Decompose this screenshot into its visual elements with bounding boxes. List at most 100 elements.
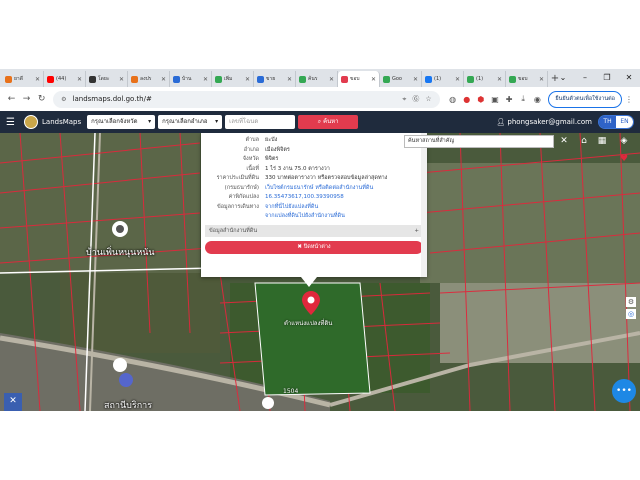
browser-tab[interactable]: Goo ✕	[380, 71, 422, 87]
more-icon: •••	[616, 386, 632, 396]
browser-tab[interactable]: ลงปร ✕	[128, 71, 170, 87]
close-tab-icon[interactable]: ✕	[497, 76, 502, 83]
home-icon[interactable]: ⌂	[576, 133, 592, 149]
close-icon[interactable]: ✕	[556, 133, 572, 149]
tab-title: (44)	[56, 76, 67, 82]
browser-tab[interactable]: (1) ✕	[422, 71, 464, 87]
parcel-info-row: ตำบล ยะบัง	[201, 136, 427, 146]
close-popup-button[interactable]: ✖ ปิดหน้าต่าง	[205, 240, 423, 254]
close-tab-icon[interactable]: ✕	[161, 76, 166, 83]
expand-icon[interactable]: ✕	[4, 393, 22, 411]
tab-title: ขาย	[266, 76, 276, 82]
url-field[interactable]: ⚙ landsmaps.dol.go.th/# ⌖ Ⓖ ☆	[53, 90, 440, 108]
tab-search-icon[interactable]: ⌄	[552, 69, 574, 87]
lang-th-button[interactable]: TH	[599, 116, 616, 128]
close-tab-icon[interactable]: ✕	[455, 76, 460, 83]
land-office-accordion[interactable]: ข้อมูลสำนักงานที่ดิน +	[205, 224, 423, 237]
close-tab-icon[interactable]: ✕	[245, 76, 250, 83]
browser-tab[interactable]: ขอบ ✕	[338, 71, 380, 87]
settings-icon[interactable]: ⚙	[626, 297, 636, 307]
province-select[interactable]: กรุณาเลือกจังหวัด ▾	[87, 115, 156, 129]
minimize-button[interactable]: –	[574, 69, 596, 87]
parcel-info-row: จากแปลงที่ดินไปยังสำนักงานที่ดิน	[201, 212, 427, 222]
browser-tab[interactable]: ค้นร ✕	[296, 71, 338, 87]
locate-icon[interactable]: ◎	[626, 309, 636, 319]
close-window-button[interactable]: ✕	[618, 69, 640, 87]
extension-icon[interactable]: ◍	[446, 95, 460, 104]
close-tab-icon[interactable]: ✕	[329, 76, 334, 83]
chat-button[interactable]: •••	[612, 379, 636, 403]
extension-icon[interactable]: ●	[460, 95, 474, 104]
chevron-down-icon: ▾	[148, 118, 152, 125]
browser-tab[interactable]: (1) ✕	[464, 71, 506, 87]
forward-icon[interactable]: →	[19, 94, 34, 104]
browser-tab[interactable]: โดยะ ✕	[86, 71, 128, 87]
place-search-input[interactable]: ค้นหาสถานที่สำคัญ	[404, 135, 554, 148]
favicon-icon	[47, 75, 54, 83]
close-tab-icon[interactable]: ✕	[287, 76, 292, 83]
tab-title: ขอบ	[350, 76, 360, 82]
field-label: ข้อมูลการเดินทาง	[216, 203, 259, 210]
browser-tab[interactable]: เพิ่ม ✕	[212, 71, 254, 87]
browser-tab[interactable]: ขอบ ✕	[506, 71, 548, 87]
favicon-icon	[257, 75, 264, 83]
browser-tab[interactable]: บ้าน ✕	[170, 71, 212, 87]
tab-strip: ยาดี ✕ (44) ✕ โดยะ ✕ ลงปร ✕ บ้าน ✕ เพิ่ม ✕ ขาย ✕ ค้นร ✕…	[0, 69, 640, 87]
puzzle-icon[interactable]: ✚	[502, 95, 516, 104]
close-tab-icon[interactable]: ✕	[413, 76, 418, 83]
close-tab-icon[interactable]: ✕	[77, 76, 82, 83]
location-pin-icon[interactable]	[302, 291, 320, 315]
search-button-label: ค้นหา	[323, 118, 339, 125]
field-link[interactable]: จากแปลงที่ดินไปยังสำนักงานที่ดิน	[265, 212, 345, 222]
parcel-number-input[interactable]: เลขที่โฉนด	[225, 115, 296, 129]
browser-tab[interactable]: (44) ✕	[44, 71, 86, 87]
browser-tab[interactable]: ยาดี ✕	[2, 71, 44, 87]
hamburger-icon[interactable]: ☰	[6, 117, 20, 128]
download-icon[interactable]: ⤓	[516, 94, 530, 104]
close-tab-icon[interactable]: ✕	[35, 76, 40, 83]
close-tab-icon[interactable]: ✕	[119, 76, 124, 83]
user-account[interactable]: 👤︎ phongsaker@gmail.com	[496, 118, 592, 126]
parcel-info-rows: ตำบล ยะบัง อำเภอ เมืองพิจิตร จังหวัด พิจิตร เน…	[201, 133, 427, 222]
close-tab-icon[interactable]: ✕	[203, 76, 208, 83]
tab-title: ค้นร	[308, 76, 318, 82]
site-info-icon[interactable]: ⚙	[61, 96, 66, 103]
field-link[interactable]: 16.35473617,100.39390958	[265, 193, 344, 203]
grid-icon[interactable]: ▦	[594, 133, 610, 149]
district-select-value: กรุณาเลือกอำเภอ	[162, 118, 208, 125]
reload-icon[interactable]: ↻	[34, 94, 49, 104]
favicon-icon	[425, 75, 432, 83]
maximize-button[interactable]: ❐	[596, 69, 618, 87]
field-link[interactable]: จากที่นี่ไปยังแปลงที่ดิน	[265, 203, 318, 213]
profile-button[interactable]: ยืนยันตัวตนเพื่อใช้งานต่อ	[548, 90, 622, 108]
popup-pointer	[301, 277, 317, 287]
back-icon[interactable]: ←	[4, 94, 19, 104]
star-icon[interactable]: ☆	[425, 95, 431, 103]
heart-icon[interactable]: ♥	[616, 151, 632, 167]
tab-title: (1)	[476, 76, 484, 82]
avatar[interactable]: ◉	[530, 95, 544, 104]
lang-en-button[interactable]: EN	[616, 116, 633, 128]
menu-icon[interactable]: ⋮	[622, 95, 636, 104]
extension-icon[interactable]: ▣	[488, 95, 502, 104]
adblock-icon[interactable]: ⬢	[474, 95, 488, 104]
plus-icon: +	[414, 227, 419, 234]
road-number: 1504	[283, 388, 299, 395]
close-tab-icon[interactable]: ✕	[371, 76, 376, 83]
popup-scrollbar[interactable]	[421, 133, 427, 277]
favicon-icon	[131, 75, 138, 83]
search-icon: ⌕	[317, 118, 322, 125]
close-tab-icon[interactable]: ✕	[539, 76, 544, 83]
layers-icon[interactable]: ◈	[616, 133, 632, 149]
district-select[interactable]: กรุณาเลือกอำเภอ ▾	[158, 115, 223, 129]
location-icon[interactable]: ⌖	[402, 95, 406, 104]
translate-icon[interactable]: Ⓖ	[412, 94, 419, 104]
field-link[interactable]: เว็บไซต์กรมธนารักษ์ หรือติดต่อสำนักงานที…	[265, 184, 373, 194]
browser-tab[interactable]: ขาย ✕	[254, 71, 296, 87]
search-button[interactable]: ⌕ ค้นหา	[298, 115, 359, 129]
map-view[interactable]: บ้านเพิ่นหนุนหนัน สถานีบริการ 1504 ตำแหน…	[0, 133, 640, 411]
brand-name: LandsMaps	[42, 118, 82, 126]
window-controls: ⌄ – ❐ ✕	[552, 69, 640, 87]
field-label: ค่าพิกัดแปลง	[228, 194, 259, 200]
tab-title: เพิ่ม	[224, 76, 233, 82]
